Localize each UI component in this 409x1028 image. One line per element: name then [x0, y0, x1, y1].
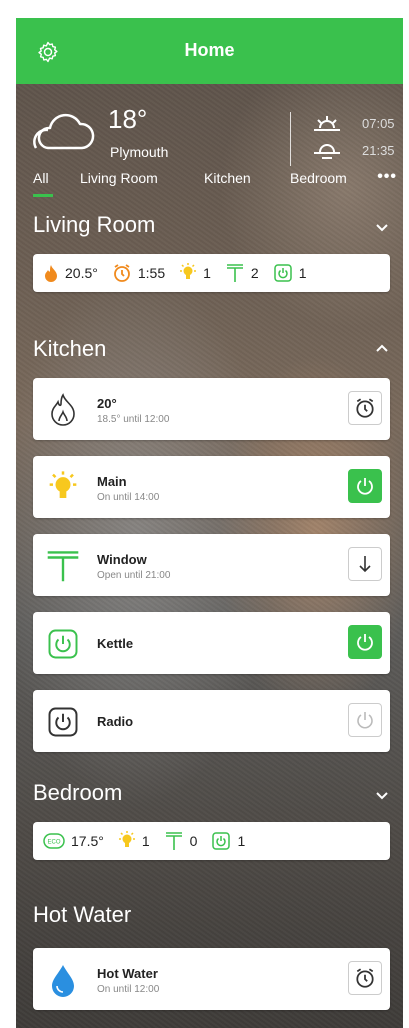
close-window-button[interactable] — [348, 547, 382, 581]
plug-icon — [273, 264, 292, 282]
eco-temperature: 17.5° — [71, 833, 104, 849]
timer-button[interactable] — [348, 961, 382, 995]
divider — [290, 112, 291, 166]
kitchen-light-card[interactable]: Main On until 14:00 — [33, 456, 390, 518]
section-title-living-room: Living Room — [33, 212, 156, 237]
temperature: 18° — [108, 104, 148, 134]
device-status: On until 14:00 — [97, 492, 160, 503]
flame-outline-icon — [43, 390, 83, 430]
kitchen-window-card[interactable]: Window Open until 21:00 — [33, 534, 390, 596]
hot-water-card[interactable]: Hot Water On until 12:00 — [33, 948, 390, 1010]
sunset-icon — [314, 144, 340, 159]
plug-icon — [212, 832, 231, 850]
app-screen: Home 18° Plymouth 07:05 21:35 All Living… — [16, 18, 403, 1028]
tab-kitchen[interactable]: Kitchen — [204, 170, 251, 186]
device-name: 20° — [97, 396, 117, 411]
more-tabs-button[interactable]: ••• — [377, 168, 397, 186]
timer-icon — [356, 968, 374, 988]
device-status: 18.5° until 12:00 — [97, 414, 170, 425]
eco-icon: ECO — [43, 833, 65, 849]
window-icon — [226, 264, 243, 282]
bulb-icon — [43, 468, 83, 508]
page-title: Home — [184, 40, 235, 60]
sunrise-time: 07:05 — [362, 116, 395, 131]
bulb-icon — [180, 263, 197, 279]
device-name: Radio — [97, 714, 134, 729]
eco-label: ECO — [47, 840, 60, 846]
windows-count: 0 — [189, 833, 198, 849]
kitchen-radio-card[interactable]: Radio — [33, 690, 390, 752]
timer-icon — [113, 264, 130, 282]
section-title-hot-water: Hot Water — [33, 902, 132, 927]
active-tab-indicator — [33, 194, 53, 197]
lights-count: 1 — [203, 265, 211, 281]
bedroom-summary[interactable]: ECO 17.5° 1 0 1 — [33, 822, 390, 860]
power-icon — [357, 634, 373, 651]
chevron-down-icon[interactable] — [375, 790, 389, 800]
plugs-count: 1 — [298, 265, 307, 281]
bulb-icon — [118, 831, 135, 847]
heating-value: 20.5° — [65, 265, 98, 281]
room-tabs: All Living Room Kitchen Bedroom ••• — [16, 166, 403, 200]
plug-icon — [43, 702, 83, 742]
section-title-bedroom: Bedroom — [33, 780, 123, 805]
device-name: Hot Water — [97, 966, 158, 981]
living-room-summary[interactable]: 20.5° 1:55 1 2 1 — [33, 254, 390, 292]
plug-icon — [43, 624, 83, 664]
power-toggle-button[interactable] — [348, 625, 382, 659]
kitchen-kettle-card[interactable]: Kettle — [33, 612, 390, 674]
power-toggle-button[interactable] — [348, 703, 382, 737]
tab-living-room[interactable]: Living Room — [80, 170, 158, 186]
device-name: Main — [97, 474, 127, 489]
device-name: Kettle — [97, 636, 134, 651]
chevron-up-icon[interactable] — [375, 344, 389, 354]
timer-icon — [356, 398, 374, 418]
chevron-down-icon[interactable] — [375, 222, 389, 232]
tab-all[interactable]: All — [33, 170, 49, 186]
location: Plymouth — [110, 144, 169, 160]
power-icon — [357, 478, 373, 495]
sunset-time: 21:35 — [362, 143, 395, 158]
top-bar: Home — [16, 18, 403, 84]
kitchen-heating-card[interactable]: 20° 18.5° until 12:00 — [33, 378, 390, 440]
timer-value: 1:55 — [137, 265, 166, 281]
section-title-kitchen: Kitchen — [33, 336, 107, 361]
lights-count: 1 — [141, 833, 150, 849]
water-drop-icon — [43, 960, 83, 1000]
device-name: Window — [97, 552, 147, 567]
arrow-down-icon — [359, 556, 371, 573]
sunrise-icon — [314, 116, 340, 131]
window-icon — [165, 832, 182, 850]
plugs-count: 1 — [237, 833, 246, 849]
timer-button[interactable] — [348, 391, 382, 425]
power-icon — [357, 712, 373, 729]
device-status: On until 12:00 — [97, 984, 160, 995]
power-toggle-button[interactable] — [348, 469, 382, 503]
device-status: Open until 21:00 — [97, 570, 171, 581]
cloud-icon — [33, 113, 95, 150]
window-icon — [43, 546, 83, 586]
flame-icon — [45, 265, 57, 282]
windows-count: 2 — [250, 265, 259, 281]
tab-bedroom[interactable]: Bedroom — [290, 170, 347, 186]
